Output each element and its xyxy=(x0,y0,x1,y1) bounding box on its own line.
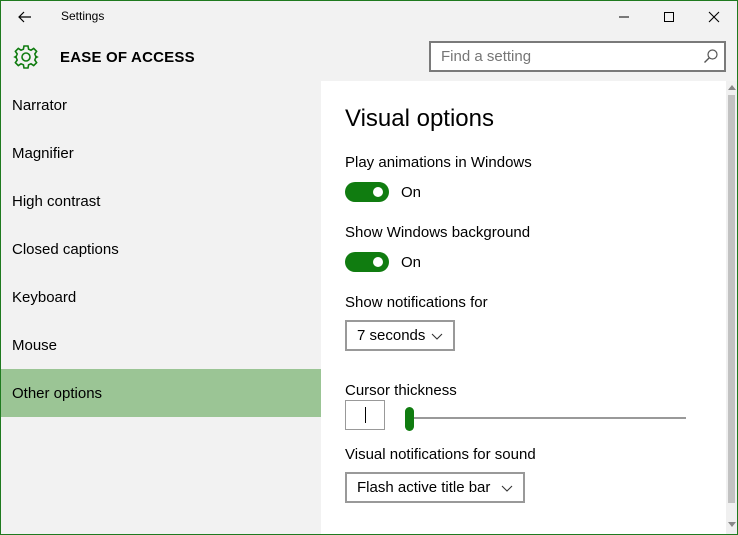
back-button[interactable] xyxy=(7,3,43,31)
sidebar-item-keyboard[interactable]: Keyboard xyxy=(1,273,321,321)
close-button[interactable] xyxy=(691,1,737,33)
sidebar-item-magnifier[interactable]: Magnifier xyxy=(1,129,321,177)
scrollbar-thumb[interactable] xyxy=(728,95,735,503)
cursor-caret xyxy=(365,407,366,423)
toggle-knob xyxy=(373,187,383,197)
sidebar-item-closed-captions[interactable]: Closed captions xyxy=(1,225,321,273)
dropdown-value: 7 seconds xyxy=(357,327,426,344)
show-background-state: On xyxy=(401,254,422,271)
settings-header: EASE OF ACCESS xyxy=(1,33,737,81)
search-box[interactable] xyxy=(429,41,726,72)
sidebar-item-other-options[interactable]: Other options xyxy=(1,369,321,417)
scroll-up-arrow-icon[interactable] xyxy=(728,84,736,90)
window-title: Settings xyxy=(61,9,105,23)
sidebar-item-label: Mouse xyxy=(12,336,58,354)
cursor-thickness-slider-thumb[interactable] xyxy=(405,407,414,431)
play-animations-state: On xyxy=(401,184,422,201)
page-title: Visual options xyxy=(345,105,494,132)
sidebar-item-high-contrast[interactable]: High contrast xyxy=(1,177,321,225)
sound-notifications-label: Visual notifications for sound xyxy=(345,446,536,463)
sidebar-item-label: High contrast xyxy=(12,192,101,210)
settings-window: Settings EASE OF ACCESS Narrat xyxy=(0,0,738,535)
scroll-down-arrow-icon[interactable] xyxy=(728,522,736,528)
gear-icon xyxy=(13,45,39,69)
toggle-knob xyxy=(373,257,383,267)
play-animations-toggle[interactable] xyxy=(345,182,389,202)
title-bar: Settings xyxy=(1,1,737,33)
chevron-down-icon xyxy=(431,333,443,340)
sidebar-item-mouse[interactable]: Mouse xyxy=(1,321,321,369)
cursor-thickness-slider-track[interactable] xyxy=(405,417,686,419)
maximize-button[interactable] xyxy=(646,1,692,33)
search-icon[interactable] xyxy=(703,48,719,64)
sidebar-item-label: Other options xyxy=(12,384,103,402)
scrollbar[interactable] xyxy=(726,81,737,534)
notifications-duration-dropdown[interactable]: 7 seconds xyxy=(345,320,455,351)
back-arrow-icon xyxy=(18,11,31,23)
close-icon xyxy=(708,11,720,23)
minimize-icon xyxy=(619,16,629,18)
sidebar-item-narrator[interactable]: Narrator xyxy=(1,81,321,129)
show-background-label: Show Windows background xyxy=(345,224,531,241)
sidebar-item-label: Narrator xyxy=(12,96,68,114)
content-pane: Visual options Play animations in Window… xyxy=(321,81,726,534)
section-title: EASE OF ACCESS xyxy=(60,49,195,66)
play-animations-label: Play animations in Windows xyxy=(345,154,532,171)
notifications-duration-label: Show notifications for xyxy=(345,294,488,311)
sidebar-item-label: Closed captions xyxy=(12,240,119,258)
search-input[interactable] xyxy=(431,43,691,70)
minimize-button[interactable] xyxy=(601,1,647,33)
sidebar-item-label: Magnifier xyxy=(12,144,74,162)
chevron-down-icon xyxy=(501,485,513,492)
sound-notifications-dropdown[interactable]: Flash active title bar xyxy=(345,472,525,503)
sidebar-item-label: Keyboard xyxy=(12,288,77,306)
dropdown-value: Flash active title bar xyxy=(357,479,491,496)
cursor-thickness-label: Cursor thickness xyxy=(345,382,457,399)
maximize-icon xyxy=(664,12,674,22)
sidebar: Narrator Magnifier High contrast Closed … xyxy=(1,81,321,534)
cursor-thickness-preview xyxy=(345,400,385,430)
show-background-toggle[interactable] xyxy=(345,252,389,272)
